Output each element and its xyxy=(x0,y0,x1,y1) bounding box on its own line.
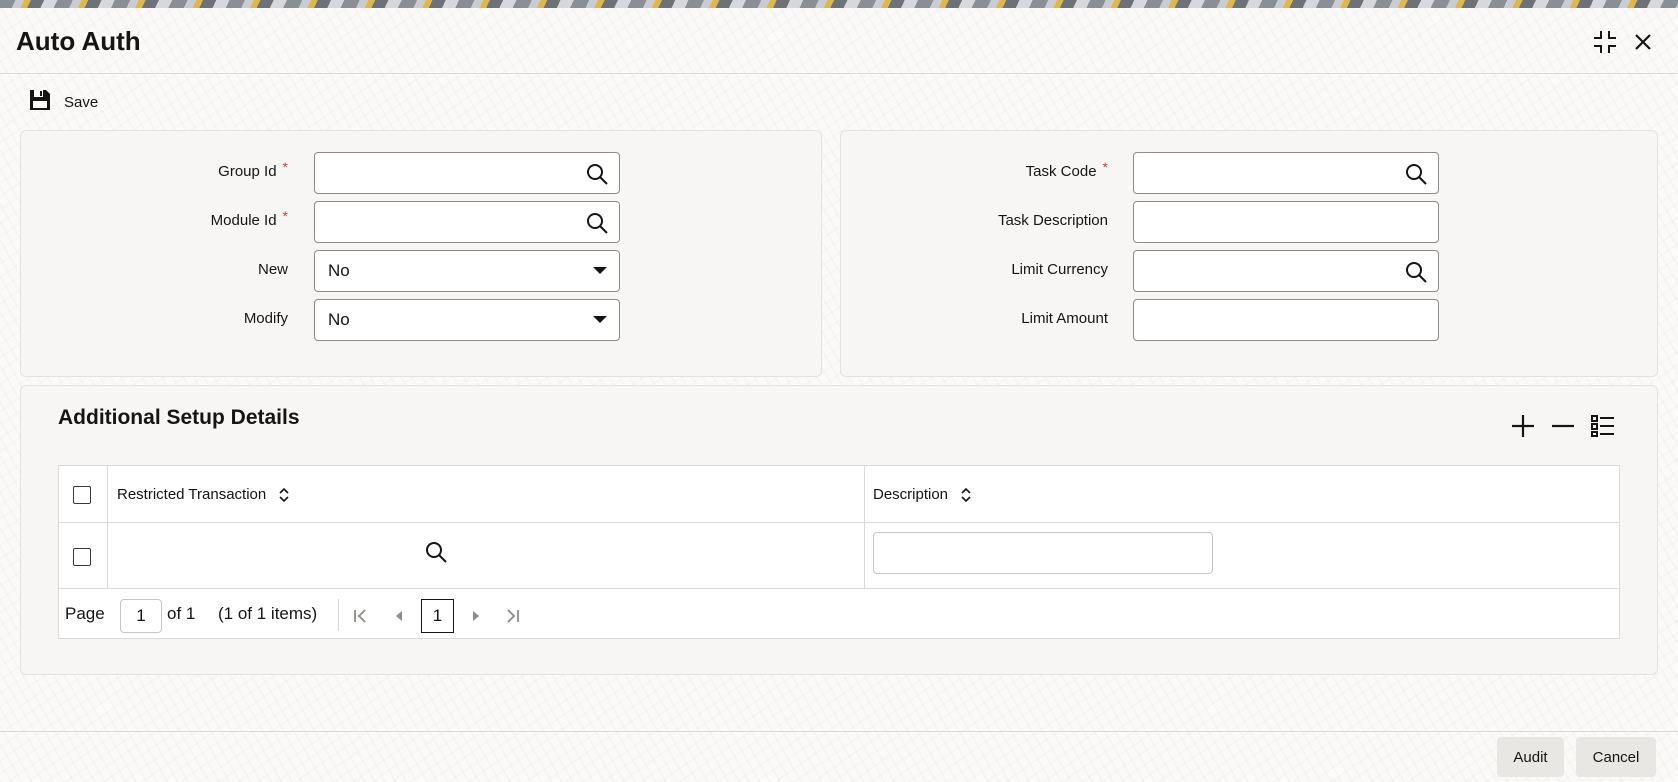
collapse-icon[interactable] xyxy=(1591,28,1619,56)
page-label: Page xyxy=(65,604,105,623)
module-id-label: Module Id * xyxy=(210,208,288,229)
search-icon[interactable] xyxy=(585,211,609,235)
items-count-label: (1 of 1 items) xyxy=(218,604,318,623)
sort-icon[interactable] xyxy=(278,487,290,503)
caret-down-icon xyxy=(593,316,607,323)
page-number-input[interactable]: 1 xyxy=(120,599,162,633)
description-input[interactable] xyxy=(873,532,1213,574)
search-icon[interactable] xyxy=(585,162,609,186)
current-page-button[interactable]: 1 xyxy=(421,599,454,633)
minus-icon[interactable] xyxy=(1550,413,1576,439)
previous-page-icon[interactable] xyxy=(387,604,411,628)
table-actions xyxy=(1510,413,1616,439)
new-select[interactable]: No xyxy=(314,250,620,292)
pager-divider xyxy=(338,599,339,631)
task-code-input[interactable] xyxy=(1133,152,1439,194)
group-id-label: Group Id * xyxy=(218,159,288,180)
next-page-icon[interactable] xyxy=(464,604,488,628)
section-title: Additional Setup Details xyxy=(58,406,300,429)
plus-icon[interactable] xyxy=(1510,413,1536,439)
modify-selected-value: No xyxy=(328,310,350,329)
first-page-icon[interactable] xyxy=(349,604,373,628)
save-button[interactable]: Save xyxy=(28,88,99,117)
cancel-button[interactable]: Cancel xyxy=(1576,737,1656,777)
limit-currency-input[interactable] xyxy=(1133,250,1439,292)
search-icon[interactable] xyxy=(424,540,448,564)
floppy-disk-icon xyxy=(28,88,52,117)
caret-down-icon xyxy=(593,267,607,274)
limit-currency-label: Limit Currency xyxy=(1011,261,1108,278)
search-icon[interactable] xyxy=(1404,260,1428,284)
task-code-label: Task Code * xyxy=(1025,159,1108,180)
task-description-input[interactable] xyxy=(1133,201,1439,243)
save-label: Save xyxy=(64,93,99,111)
last-page-icon[interactable] xyxy=(500,604,524,628)
modify-select[interactable]: No xyxy=(314,299,620,341)
column-header-restricted-transaction[interactable]: Restricted Transaction xyxy=(117,486,290,503)
restricted-transactions-table: Restricted Transaction Description Page … xyxy=(58,465,1620,639)
required-marker: * xyxy=(282,208,288,224)
sort-icon[interactable] xyxy=(960,487,972,503)
top-decorative-strip xyxy=(0,0,1678,8)
pagination: Page 1 of 1 (1 of 1 items) 1 xyxy=(59,589,1619,639)
table-row xyxy=(59,523,1619,589)
limit-amount-label: Limit Amount xyxy=(1021,310,1108,327)
column-divider xyxy=(864,466,865,589)
new-label: New xyxy=(257,261,288,278)
select-all-checkbox[interactable] xyxy=(73,486,91,504)
table-header: Restricted Transaction Description xyxy=(59,466,1619,523)
column-header-description[interactable]: Description xyxy=(873,486,972,503)
column-divider xyxy=(107,466,108,589)
page-of-label: of 1 xyxy=(167,604,196,623)
row-checkbox[interactable] xyxy=(73,548,91,566)
required-marker: * xyxy=(1102,159,1108,175)
search-icon[interactable] xyxy=(1404,162,1428,186)
required-marker: * xyxy=(282,159,288,175)
window-header: Auto Auth xyxy=(0,8,1678,74)
audit-button[interactable]: Audit xyxy=(1497,737,1564,777)
window-title: Auto Auth xyxy=(16,26,141,56)
close-icon[interactable] xyxy=(1629,28,1657,56)
modify-label: Modify xyxy=(243,310,288,327)
group-id-input[interactable] xyxy=(314,152,620,194)
task-description-label: Task Description xyxy=(997,212,1108,229)
new-selected-value: No xyxy=(328,261,350,280)
limit-amount-input[interactable] xyxy=(1133,299,1439,341)
list-icon[interactable] xyxy=(1590,413,1616,439)
footer-bar: Audit Cancel xyxy=(0,731,1678,782)
module-id-input[interactable] xyxy=(314,201,620,243)
